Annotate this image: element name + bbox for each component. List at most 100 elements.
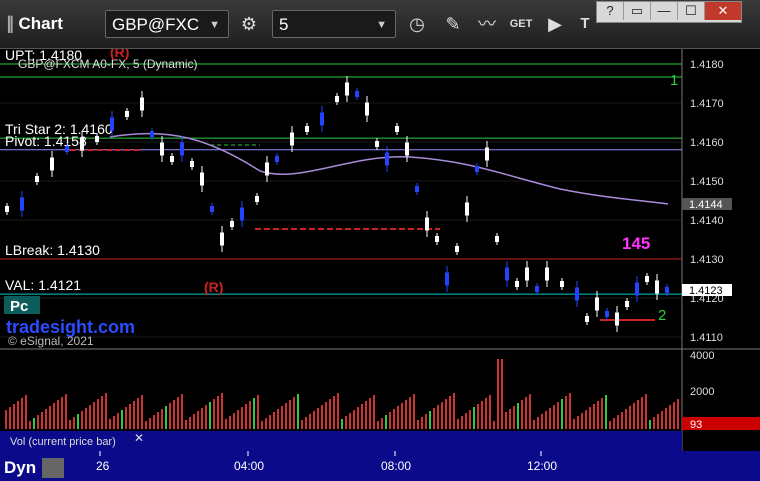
price-tick: 1.4170: [690, 98, 724, 110]
symbol-input[interactable]: GBP@FXC ▼: [105, 10, 229, 38]
volume-bar: [69, 420, 71, 429]
volume-bar: [645, 394, 647, 429]
volume-bar: [9, 407, 11, 429]
vol-axis-4000: 4000: [690, 350, 714, 362]
volume-bar: [189, 417, 191, 429]
volume-bar: [505, 412, 507, 429]
symbol-value: GBP@FXC: [112, 15, 200, 34]
candle-body: [635, 282, 639, 296]
maximize-button[interactable]: ☐: [678, 2, 705, 20]
candle-body: [445, 272, 449, 286]
volume-bar: [493, 421, 495, 429]
volume-bar: [621, 412, 623, 429]
price-chart[interactable]: UPT: 1.4180Tri Star 2: 1.4160Pivot: 1.41…: [0, 49, 760, 481]
volume-bar: [449, 396, 451, 429]
candle-body: [220, 232, 224, 246]
close-button[interactable]: ✕: [705, 2, 741, 20]
vol-value: 93: [690, 419, 702, 431]
volume-bar: [321, 405, 323, 429]
chart-menu-icon[interactable]: ∥: [6, 14, 15, 33]
candle-body: [405, 142, 409, 156]
volume-bar: [409, 397, 411, 429]
candle-body: [585, 316, 589, 322]
volume-bar: [457, 419, 459, 429]
candle-body: [110, 117, 114, 131]
volume-bar: [129, 404, 131, 429]
study-icon[interactable]: 〰: [472, 10, 502, 38]
candle-body: [425, 217, 429, 231]
gear-icon[interactable]: ⚙: [234, 10, 264, 38]
candle-body: [5, 206, 9, 212]
time-tick: 08:00: [381, 459, 411, 473]
volume-bar: [289, 400, 291, 429]
volume-bar: [213, 399, 215, 429]
app-title-text: Chart: [18, 14, 63, 33]
candle-body: [465, 202, 469, 216]
volume-bar: [277, 409, 279, 429]
volume-bar: [225, 419, 227, 429]
volume-bar: [353, 410, 355, 429]
close-volume-icon[interactable]: ✕: [134, 431, 144, 445]
volume-bar: [509, 409, 511, 429]
volume-bar: [577, 416, 579, 429]
candle-body: [385, 152, 389, 166]
candle-body: [180, 142, 184, 156]
series-label: GBP@FXCM A0-FX, 5 (Dynamic): [18, 57, 198, 71]
volume-bar: [661, 411, 663, 429]
candle-body: [35, 176, 39, 182]
app-title: ∥ Chart: [6, 14, 63, 34]
candle-body: [265, 162, 269, 176]
pencil-icon[interactable]: ✎: [438, 10, 468, 38]
volume-bar: [185, 420, 187, 429]
volume-bar: [345, 416, 347, 429]
get-icon[interactable]: GET: [506, 10, 536, 38]
volume-bar: [245, 404, 247, 429]
volume-bar: [49, 406, 51, 429]
candle-body: [415, 186, 419, 192]
volume-bar: [157, 412, 159, 429]
volume-bar: [337, 393, 339, 429]
help-button[interactable]: ?: [597, 2, 624, 20]
volume-bar: [501, 359, 503, 429]
volume-bar: [13, 404, 15, 429]
volume-bar: [249, 401, 251, 429]
lock-icon[interactable]: [42, 458, 64, 478]
candle-body: [170, 156, 174, 162]
interval-input[interactable]: 5 ▼: [272, 10, 396, 38]
play-icon[interactable]: ▶: [540, 10, 570, 38]
volume-bar: [205, 405, 207, 429]
candle-body: [365, 102, 369, 116]
restore-button[interactable]: ▭: [624, 2, 651, 20]
volume-bar: [537, 417, 539, 429]
volume-bar: [549, 408, 551, 429]
volume-bar: [461, 416, 463, 429]
candle-body: [240, 207, 244, 221]
volume-bar: [269, 415, 271, 429]
copyright: © eSignal, 2021: [8, 334, 94, 348]
clock-icon[interactable]: ◷: [402, 10, 432, 38]
volume-bar: [429, 411, 431, 429]
minimize-button[interactable]: —: [651, 2, 678, 20]
volume-bar: [169, 403, 171, 429]
price-tick: 1.4140: [690, 215, 724, 227]
candle-body: [160, 142, 164, 156]
volume-bar: [217, 396, 219, 429]
volume-bar: [241, 407, 243, 429]
volume-bar: [257, 395, 259, 429]
volume-bar: [253, 398, 255, 429]
volume-bar: [485, 398, 487, 429]
volume-bar: [41, 412, 43, 429]
dyn-label[interactable]: Dyn: [4, 458, 36, 477]
volume-bar: [305, 417, 307, 429]
volume-bar: [421, 417, 423, 429]
volume-bar: [97, 399, 99, 429]
interval-dropdown-icon[interactable]: ▼: [376, 11, 387, 39]
symbol-dropdown-icon[interactable]: ▼: [209, 11, 220, 39]
volume-bar: [293, 397, 295, 429]
volume-bar: [61, 397, 63, 429]
volume-bar: [517, 403, 519, 429]
candle-body: [355, 91, 359, 97]
volume-bar: [173, 400, 175, 429]
volume-bar: [481, 401, 483, 429]
candle-body: [625, 301, 629, 307]
